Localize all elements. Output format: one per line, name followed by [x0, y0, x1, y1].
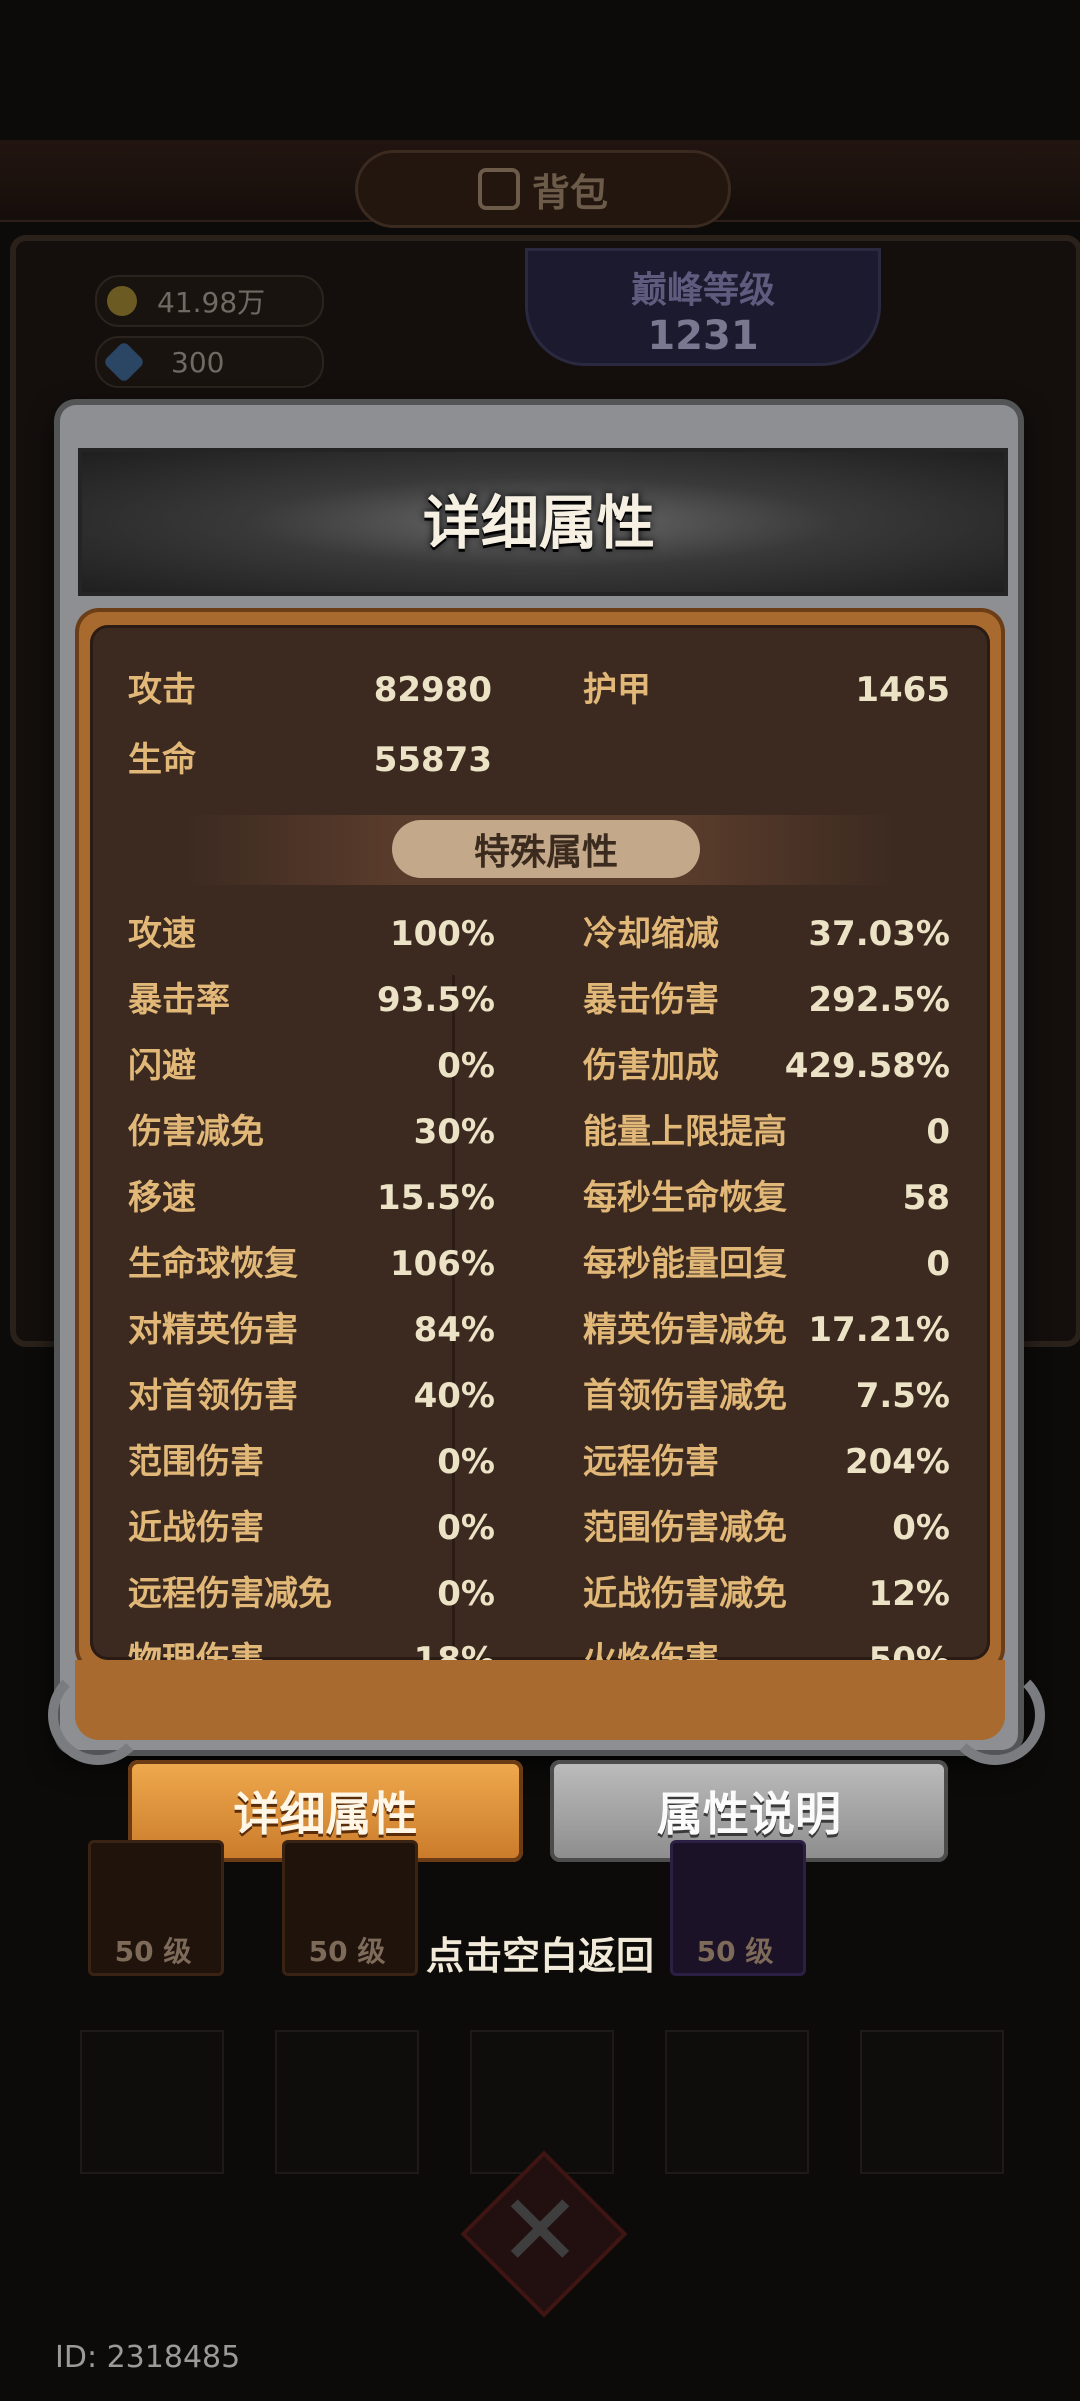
stat-label-hp: 生命: [128, 740, 196, 780]
inventory-slot[interactable]: [80, 2030, 224, 2174]
bag-title: 背包: [531, 170, 608, 215]
stat-value: 0: [926, 1112, 950, 1152]
modal-title: 详细属性: [422, 489, 655, 557]
stat-label: 每秒生命恢复: [583, 1178, 787, 1218]
stat-value: 429.58%: [784, 1046, 950, 1086]
tap-blank-to-return-hint[interactable]: 点击空白返回: [0, 1925, 1080, 1980]
gem-icon: [102, 340, 146, 384]
gem-amount: 300: [171, 345, 225, 379]
close-icon: ✕: [498, 2171, 582, 2289]
stat-label: 远程伤害: [583, 1442, 719, 1482]
stats-panel-bottom-edge: [75, 1660, 1005, 1740]
inventory-slot[interactable]: [275, 2030, 419, 2174]
peak-level-value: 1231: [647, 313, 759, 359]
stat-value-armor: 1465: [855, 670, 950, 710]
stat-label: 范围伤害减免: [583, 1508, 787, 1548]
stat-label-armor: 护甲: [583, 670, 651, 710]
stat-value: 0: [926, 1244, 950, 1284]
stat-value: 15.5%: [377, 1178, 495, 1218]
stat-label: 移速: [128, 1178, 196, 1218]
stat-label: 首领伤害减免: [583, 1376, 787, 1416]
stat-label: 生命球恢复: [128, 1244, 298, 1284]
stat-label: 近战伤害减免: [583, 1574, 787, 1614]
bag-title-bar: 背包: [355, 150, 731, 228]
left-corner-ornament-icon: [48, 1665, 148, 1765]
gold-counter: 41.98万: [95, 275, 324, 327]
bag-icon: [477, 168, 520, 210]
stat-value-hp: 55873: [373, 740, 492, 780]
player-id: ID: 2318485: [55, 2340, 241, 2375]
inventory-slot[interactable]: [860, 2030, 1004, 2174]
stat-label: 每秒能量回复: [583, 1244, 787, 1284]
stat-value: 93.5%: [377, 980, 495, 1020]
stat-label-attack: 攻击: [128, 670, 196, 710]
stat-label: 攻速: [128, 914, 196, 954]
stat-value: 84%: [413, 1310, 495, 1350]
gold-amount: 41.98万: [157, 286, 266, 319]
stat-value: 0%: [437, 1508, 495, 1548]
stat-label: 闪避: [128, 1046, 196, 1086]
stat-value: 0%: [437, 1442, 495, 1482]
inventory-slot[interactable]: [665, 2030, 809, 2174]
stat-value: 12%: [868, 1574, 950, 1614]
stat-value: 204%: [844, 1442, 950, 1482]
stat-value: 37.03%: [808, 914, 950, 954]
special-attributes-title: 特殊属性: [392, 820, 700, 878]
stat-label: 能量上限提高: [583, 1112, 787, 1152]
gold-coin-icon: [107, 286, 137, 316]
stat-label: 冷却缩减: [583, 914, 719, 954]
stat-label: 伤害加成: [583, 1046, 719, 1086]
peak-level-label: 巅峰等级: [630, 270, 775, 311]
stat-value: 17.21%: [808, 1310, 950, 1350]
stat-value: 7.5%: [855, 1376, 950, 1416]
stat-value: 58: [902, 1178, 950, 1218]
right-corner-ornament-icon: [945, 1665, 1045, 1765]
stat-value: 0%: [437, 1046, 495, 1086]
stat-label: 暴击率: [128, 980, 230, 1020]
stat-value: 30%: [413, 1112, 495, 1152]
stat-value: 292.5%: [808, 980, 950, 1020]
stat-label: 近战伤害: [128, 1508, 264, 1548]
stat-value: 40%: [413, 1376, 495, 1416]
stat-value: 0%: [892, 1508, 950, 1548]
stat-label: 对首领伤害: [128, 1376, 298, 1416]
stat-value: 0%: [437, 1574, 495, 1614]
stat-value-attack: 82980: [373, 670, 492, 710]
peak-level-badge: 巅峰等级 1231: [525, 248, 881, 366]
stat-label: 对精英伤害: [128, 1310, 298, 1350]
stat-value: 100%: [389, 914, 495, 954]
stat-label: 精英伤害减免: [583, 1310, 787, 1350]
stat-label: 暴击伤害: [583, 980, 719, 1020]
stat-value: 106%: [389, 1244, 495, 1284]
stat-label: 范围伤害: [128, 1442, 264, 1482]
gem-counter: 300: [95, 336, 324, 388]
stat-label: 伤害减免: [128, 1112, 264, 1152]
stat-label: 远程伤害减免: [128, 1574, 332, 1614]
